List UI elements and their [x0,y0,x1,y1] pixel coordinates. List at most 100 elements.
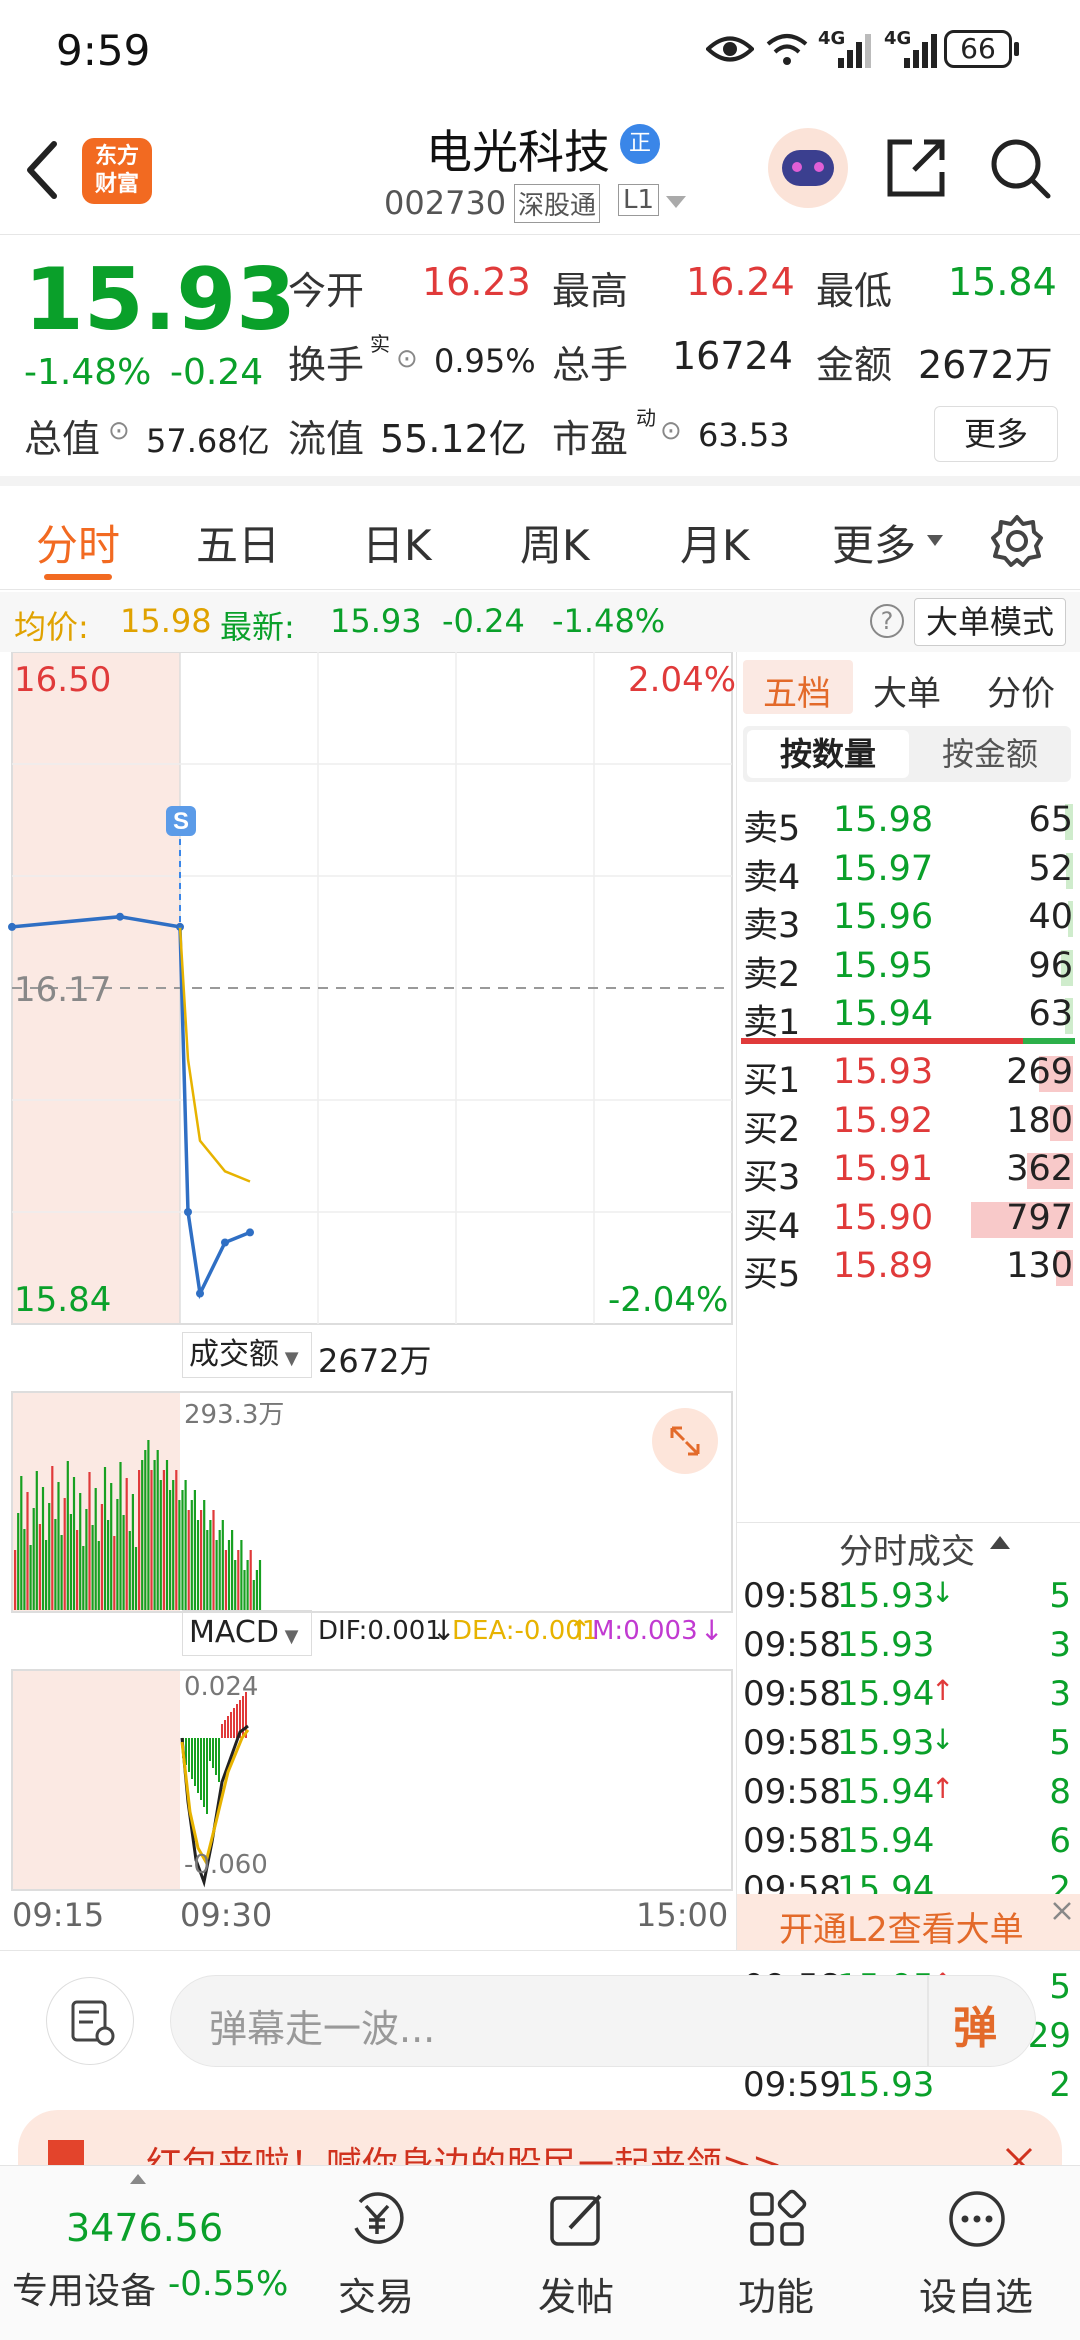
l2-banner[interactable]: 开通L2查看大单 [737,1894,1080,1950]
tab-monthly-k[interactable]: 月K [680,512,750,573]
bid-row[interactable]: 买5 15.89 130 [743,1244,1073,1295]
turnover-info-icon[interactable]: ⊙ [396,344,418,374]
search-icon[interactable] [988,136,1052,200]
ask-row[interactable]: 卖3 15.96 40 [743,895,1073,946]
back-arrow-icon[interactable] [22,140,62,200]
nav-trade[interactable]: 交易 [276,2166,476,2340]
l2-close-icon[interactable] [1051,1900,1073,1922]
chart-tabs: 分时 五日 日K 周K 月K 更多 [0,490,1080,590]
volume-selector[interactable]: 成交额 ▼ [182,1332,312,1378]
pe-info-icon[interactable]: ⊙ [660,416,682,446]
macd-bar [218,1738,220,1782]
tab-five-day[interactable]: 五日 [196,512,280,573]
help-icon[interactable]: ? [870,604,904,638]
level-price: 15.96 [833,897,934,938]
level-qty: 130 [1006,1246,1073,1287]
intraday-chart-area[interactable]: S 16.50 2.04% 16.17 15.84 -2.04% 成交额 ▼ 2… [0,652,736,1950]
tick-qty: 5 [1049,1576,1071,1616]
tab-weekly-k[interactable]: 周K [520,512,590,573]
price-point [8,922,16,931]
nav-add-watchlist[interactable]: 设自选 [876,2166,1076,2340]
badge-text: 正 [628,131,651,156]
volume-bar [85,1509,88,1610]
macd-bar [230,1712,232,1738]
macd-bar [200,1738,202,1800]
volume-bar [243,1570,246,1610]
ask-row[interactable]: 卖4 15.97 52 [743,847,1073,898]
tick-row: 09:58 15.93 ↓ 5 [743,1574,1077,1623]
level-price: 15.95 [833,945,934,986]
ticks-collapse-triangle-icon[interactable] [989,1534,1011,1550]
comment-bar: 弹幕走一波... 弹 [0,1950,1080,2090]
ticks-title[interactable]: 分时成交 [839,1524,975,1573]
tab-intraday[interactable]: 分时 [36,512,120,573]
volume-bar [184,1480,187,1610]
danmaku-input[interactable]: 弹幕走一波... 弹 [170,1975,1036,2067]
tab-more[interactable]: 更多 [832,512,916,573]
index-expand-caret-icon[interactable] [130,2174,146,2184]
index-value[interactable]: 3476.56 [66,2206,223,2250]
big-order-mode-button[interactable]: 大单模式 [914,598,1066,646]
ob-tab-big-order[interactable]: 大单 [873,666,941,715]
mktcap-info-icon[interactable]: ⊙ [108,416,130,446]
nav-functions[interactable]: 功能 [676,2166,876,2340]
eastmoney-logo[interactable]: 东方 财富 [82,138,152,204]
tab-daily-k[interactable]: 日K [362,512,432,573]
level-price: 15.89 [833,1246,934,1287]
active-tab-indicator [44,574,112,580]
level-price: 15.92 [833,1100,934,1141]
signal-icon [838,34,871,68]
share-icon[interactable] [884,136,948,200]
danmaku-settings-icon[interactable] [46,1977,134,2065]
avg-price-line [178,926,251,1183]
volume-bar [150,1470,153,1610]
macd-dif: DIF:0.001 [318,1616,442,1646]
macd-selector-label: MACD [189,1615,279,1650]
level-qty: 63 [1028,994,1073,1035]
low-value: 15.84 [948,260,1057,304]
tick-qty: 5 [1049,1722,1071,1763]
more-dots-icon [949,2191,1005,2247]
turnover-label: 换手 [288,343,365,387]
more-button[interactable]: 更多 [934,406,1058,462]
dea-up-arrow-icon: ↑ [568,1614,592,1647]
ask-row[interactable]: 卖2 15.95 96 [743,944,1073,995]
volume-selector-label: 成交额 [189,1337,279,1372]
dropdown-triangle-icon[interactable] [664,194,688,210]
volume-bar [200,1510,203,1610]
volume-bar [221,1520,224,1610]
index-label[interactable]: 专用设备 [12,2262,156,2314]
post-edit-icon [550,2194,602,2246]
ask-row[interactable]: 卖1 15.94 63 [743,992,1073,1043]
ob-subtab-quantity[interactable]: 按数量 [747,730,909,778]
ob-tab-five-levels[interactable]: 五档 [763,666,831,715]
bid-row[interactable]: 买4 15.90 797 [743,1196,1073,1247]
bid-row[interactable]: 买3 15.91 362 [743,1147,1073,1198]
ask-row[interactable]: 卖5 15.98 65 [743,798,1073,849]
volume-bar [20,1476,23,1610]
high-value: 16.24 [686,260,795,304]
amount-value: 2672万 [918,343,1053,387]
volume-bar [45,1540,48,1610]
stock-name: 电光科技 [426,125,610,179]
nav-functions-label: 功能 [737,2275,814,2319]
volume-bar [175,1470,178,1610]
bid-row[interactable]: 买1 15.93 269 [743,1050,1073,1101]
nav-post[interactable]: 发帖 [476,2166,676,2340]
time-start: 09:15 [12,1896,105,1934]
settings-gear-icon[interactable] [990,514,1044,568]
volume-bar [17,1513,20,1610]
macd-bar [191,1738,193,1779]
avg-label: 均价: [14,608,89,646]
assistant-robot-icon[interactable] [768,128,848,208]
bid-row[interactable]: 买2 15.92 180 [743,1099,1073,1150]
volume-bar [212,1510,215,1610]
volume-bar [119,1462,122,1610]
ob-tab-price-dist[interactable]: 分价 [987,666,1055,715]
expand-icon[interactable] [652,1408,718,1474]
ob-subtab-amount[interactable]: 按金额 [913,730,1067,778]
macd-selector[interactable]: MACD ▼ [182,1610,312,1656]
danmaku-send-button[interactable]: 弹 [953,1992,997,2056]
latest-label: 最新: [220,608,295,646]
volume-bar [60,1535,63,1610]
